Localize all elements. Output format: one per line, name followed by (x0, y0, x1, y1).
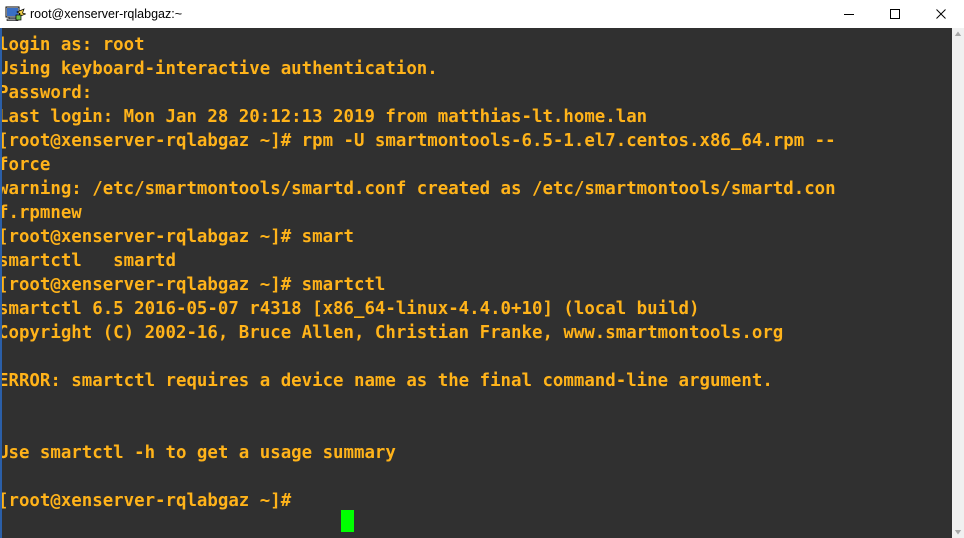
close-button[interactable] (918, 0, 964, 28)
terminal-line: ERROR: smartctl requires a device name a… (0, 371, 773, 391)
chevron-up-icon (954, 31, 962, 36)
minimize-button[interactable] (826, 0, 872, 28)
window-title: root@xenserver-rqlabgaz:~ (30, 7, 182, 21)
scroll-thumb[interactable] (952, 40, 964, 526)
putty-terminal-icon (5, 6, 26, 21)
minimize-icon (844, 14, 854, 15)
maximize-button[interactable] (872, 0, 918, 28)
terminal-line: f.rpmnew (0, 203, 82, 223)
close-icon (936, 9, 946, 19)
scroll-up-arrow[interactable] (952, 28, 964, 40)
terminal-line: warning: /etc/smartmontools/smartd.conf … (0, 179, 836, 199)
titlebar: root@xenserver-rqlabgaz:~ (0, 0, 964, 28)
terminal-line: Last login: Mon Jan 28 20:12:13 2019 fro… (0, 107, 648, 127)
terminal-line: [root@xenserver-rqlabgaz ~]# rpm -U smar… (0, 131, 836, 151)
window-left-border (0, 28, 2, 538)
terminal-area[interactable]: login as: root Using keyboard-interactive… (0, 28, 964, 538)
terminal-window: root@xenserver-rqlabgaz:~ login as: root… (0, 0, 964, 538)
terminal-line: Copyright (C) 2002-16, Bruce Allen, Chri… (0, 323, 784, 343)
terminal-output: login as: root Using keyboard-interactive… (0, 33, 836, 513)
terminal-line: [root@xenserver-rqlabgaz ~]# (0, 491, 302, 511)
terminal-line: force (0, 155, 51, 175)
terminal-cursor (341, 510, 354, 532)
terminal-line: Using keyboard-interactive authenticatio… (0, 59, 438, 79)
terminal-line: login as: root (0, 35, 145, 55)
terminal-line: [root@xenserver-rqlabgaz ~]# smart (0, 227, 354, 247)
terminal-line: Use smartctl -h to get a usage summary (0, 443, 396, 463)
chevron-down-icon (954, 530, 962, 535)
terminal-scrollbar[interactable] (952, 28, 964, 538)
scroll-down-arrow[interactable] (952, 526, 964, 538)
terminal-screen[interactable]: login as: root Using keyboard-interactive… (0, 28, 952, 538)
terminal-line: Password: (0, 83, 93, 103)
terminal-line: smartctl smartd (0, 251, 176, 271)
terminal-line: smartctl 6.5 2016-05-07 r4318 [x86_64-li… (0, 299, 700, 319)
maximize-icon (890, 9, 900, 19)
terminal-line: [root@xenserver-rqlabgaz ~]# smartctl (0, 275, 386, 295)
